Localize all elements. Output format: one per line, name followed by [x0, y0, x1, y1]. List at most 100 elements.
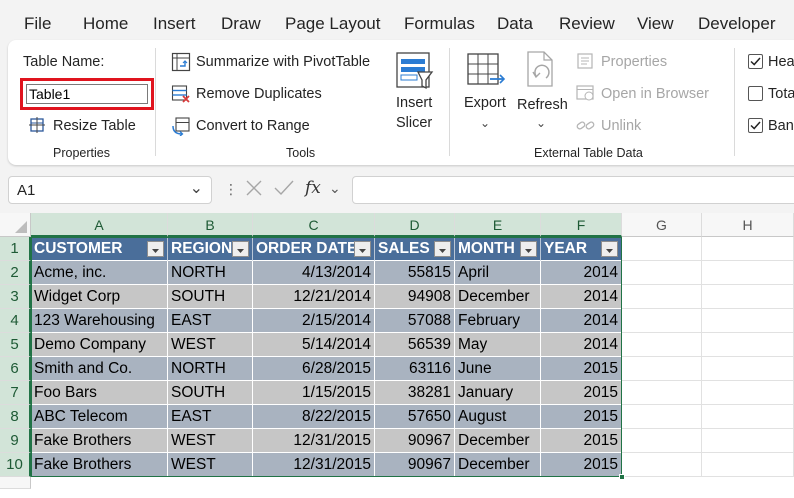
row-header-8[interactable]: 8: [0, 405, 31, 429]
table-cell[interactable]: WEST: [168, 429, 253, 453]
row-header-6[interactable]: 6: [0, 357, 31, 381]
table-cell[interactable]: 2014: [541, 285, 622, 309]
table-header-cell[interactable]: CUSTOMER: [31, 237, 168, 261]
enter-check-icon[interactable]: [272, 177, 296, 204]
table-cell[interactable]: 55815: [375, 261, 455, 285]
cancel-icon[interactable]: [243, 177, 265, 204]
row-header-7[interactable]: 7: [0, 381, 31, 405]
row-header-10[interactable]: 10: [0, 453, 31, 477]
properties-button[interactable]: Properties: [601, 54, 667, 70]
table-cell[interactable]: Widget Corp: [31, 285, 168, 309]
grid-cell[interactable]: [702, 261, 794, 285]
grid-cell[interactable]: [702, 357, 794, 381]
table-cell[interactable]: Demo Company: [31, 333, 168, 357]
column-header-h[interactable]: H: [702, 213, 794, 237]
banded-rows-checkbox[interactable]: [748, 118, 763, 133]
table-cell[interactable]: Fake Brothers: [31, 429, 168, 453]
remove-duplicates-button[interactable]: Remove Duplicates: [196, 86, 322, 102]
column-header-g[interactable]: G: [622, 213, 702, 237]
grid-cell[interactable]: [622, 309, 702, 333]
table-cell[interactable]: 8/22/2015: [253, 405, 375, 429]
grid-cell[interactable]: [702, 237, 794, 261]
table-cell[interactable]: 2015: [541, 357, 622, 381]
table-cell[interactable]: 57088: [375, 309, 455, 333]
chevron-down-icon[interactable]: ⌄: [329, 180, 341, 197]
header-row-checkbox[interactable]: [748, 54, 763, 69]
table-cell[interactable]: 12/31/2015: [253, 429, 375, 453]
filter-dropdown-button[interactable]: [434, 241, 451, 257]
table-cell[interactable]: April: [455, 261, 541, 285]
column-header-a[interactable]: A: [31, 213, 168, 237]
more-options-icon[interactable]: ⋮: [224, 181, 238, 198]
grid-cell[interactable]: [622, 405, 702, 429]
insert-function-icon[interactable]: fx: [305, 178, 321, 198]
table-cell[interactable]: Acme, inc.: [31, 261, 168, 285]
tab-draw[interactable]: Draw: [221, 14, 261, 34]
column-header-e[interactable]: E: [455, 213, 541, 237]
row-header-9[interactable]: 9: [0, 429, 31, 453]
table-cell[interactable]: June: [455, 357, 541, 381]
table-cell[interactable]: 2015: [541, 381, 622, 405]
table-cell[interactable]: December: [455, 429, 541, 453]
table-cell[interactable]: 123 Warehousing: [31, 309, 168, 333]
chevron-down-icon[interactable]: ⌄: [190, 178, 203, 198]
unlink-button[interactable]: Unlink: [601, 118, 641, 134]
tab-review[interactable]: Review: [559, 14, 615, 34]
tab-view[interactable]: View: [637, 14, 674, 34]
filter-dropdown-button[interactable]: [232, 241, 249, 257]
table-cell[interactable]: NORTH: [168, 261, 253, 285]
row-header-5[interactable]: 5: [0, 333, 31, 357]
grid-cell[interactable]: [702, 405, 794, 429]
table-cell[interactable]: 5/14/2014: [253, 333, 375, 357]
export-chevron-down-icon[interactable]: ⌄: [480, 116, 490, 130]
formula-input[interactable]: [352, 176, 794, 204]
table-cell[interactable]: 90967: [375, 453, 455, 477]
table-cell[interactable]: February: [455, 309, 541, 333]
table-cell[interactable]: 12/31/2015: [253, 453, 375, 477]
grid-cell[interactable]: [622, 237, 702, 261]
tab-data[interactable]: Data: [497, 14, 533, 34]
table-cell[interactable]: 2014: [541, 309, 622, 333]
table-cell[interactable]: 1/15/2015: [253, 381, 375, 405]
convert-to-range-button[interactable]: Convert to Range: [196, 118, 310, 134]
table-cell[interactable]: 6/28/2015: [253, 357, 375, 381]
table-cell[interactable]: 2/15/2014: [253, 309, 375, 333]
table-cell[interactable]: 12/21/2014: [253, 285, 375, 309]
table-cell[interactable]: 4/13/2014: [253, 261, 375, 285]
column-header-f[interactable]: F: [541, 213, 622, 237]
grid-cell[interactable]: [702, 453, 794, 477]
open-in-browser-button[interactable]: Open in Browser: [601, 86, 709, 102]
table-header-cell[interactable]: MONTH: [455, 237, 541, 261]
name-box[interactable]: A1 ⌄: [8, 176, 212, 204]
grid-cell[interactable]: [622, 429, 702, 453]
table-cell[interactable]: August: [455, 405, 541, 429]
grid-cell[interactable]: [622, 333, 702, 357]
table-cell[interactable]: NORTH: [168, 357, 253, 381]
table-cell[interactable]: 57650: [375, 405, 455, 429]
filter-dropdown-button[interactable]: [601, 241, 618, 257]
table-cell[interactable]: December: [455, 453, 541, 477]
row-header[interactable]: [0, 477, 31, 489]
grid-cell[interactable]: [702, 381, 794, 405]
column-header-c[interactable]: C: [253, 213, 375, 237]
table-header-cell[interactable]: ORDER DATE: [253, 237, 375, 261]
table-header-cell[interactable]: SALES: [375, 237, 455, 261]
column-header-b[interactable]: B: [168, 213, 253, 237]
export-button[interactable]: Export: [464, 95, 506, 111]
grid-cell[interactable]: [622, 357, 702, 381]
row-header-2[interactable]: 2: [0, 261, 31, 285]
fill-handle[interactable]: [619, 474, 625, 480]
table-cell[interactable]: WEST: [168, 453, 253, 477]
table-cell[interactable]: SOUTH: [168, 285, 253, 309]
column-header-d[interactable]: D: [375, 213, 455, 237]
table-cell[interactable]: 56539: [375, 333, 455, 357]
table-cell[interactable]: 63116: [375, 357, 455, 381]
table-cell[interactable]: EAST: [168, 309, 253, 333]
grid-cell[interactable]: [622, 285, 702, 309]
refresh-chevron-down-icon[interactable]: ⌄: [536, 116, 546, 130]
table-header-cell[interactable]: REGION: [168, 237, 253, 261]
table-cell[interactable]: 2015: [541, 405, 622, 429]
filter-dropdown-button[interactable]: [354, 241, 371, 257]
tab-developer[interactable]: Developer: [698, 14, 776, 34]
table-cell[interactable]: May: [455, 333, 541, 357]
